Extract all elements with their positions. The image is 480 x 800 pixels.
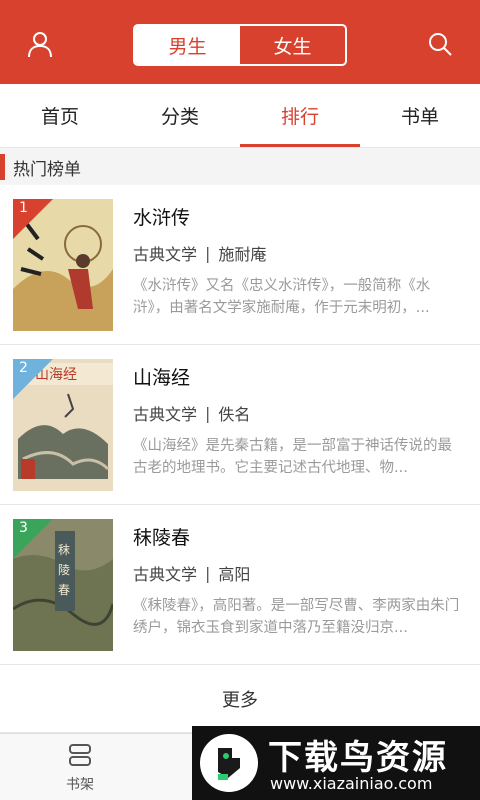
book-description: 《山海经》是先秦古籍，是一部富于神话传说的最古老的地理书。它主要记述古代地理、物… [133,438,452,476]
bookshelf-icon [69,744,91,766]
book-cover[interactable]: 秣 陵 春 3 [13,519,113,651]
book-item[interactable]: 1 水浒传 古典文学 | 施耐庵 《水浒传》又名《忠义水浒传》，一般简称《水浒》… [0,185,480,345]
more-button[interactable]: 更多 [0,665,480,733]
svg-text:春: 春 [58,583,70,597]
top-bar: 男生 女生 [0,0,480,84]
male-tab[interactable]: 男生 [135,26,240,64]
book-category: 古典文学 [133,565,198,584]
book-description: 《水浒传》又名《忠义水浒传》，一般简称《水浒》，由著名文学家施耐庵，作于元末明初… [133,278,431,316]
section-title: 热门榜单 [13,159,81,180]
svg-text:秣: 秣 [58,543,70,557]
book-cover[interactable]: 1 [13,199,113,331]
book-author: 佚名 [218,405,251,424]
svg-text:陵: 陵 [58,563,70,577]
book-author: 高阳 [218,565,251,584]
meta-separator: | [205,243,211,263]
female-tab[interactable]: 女生 [240,26,345,64]
book-author: 施耐庵 [218,245,267,264]
section-header: 热门榜单 [0,149,480,185]
book-category: 古典文学 [133,405,198,424]
nav-bookshelf-label: 书架 [66,777,94,793]
rank-number: 3 [19,520,28,536]
section-accent-bar [0,154,5,180]
rank-number: 2 [19,360,28,376]
book-meta: 古典文学 | 施耐庵 [133,241,266,265]
watermark-logo-icon [200,734,258,792]
tab-home[interactable]: 首页 [0,84,120,147]
tab-booklist[interactable]: 书单 [360,84,480,147]
book-description: 《秣陵春》，高阳著。是一部写尽曹、李两家由朱门绣户，锦衣玉食到家道中落乃至籍没归… [133,598,460,636]
gender-toggle: 男生 女生 [133,24,347,66]
user-icon[interactable] [24,28,56,60]
watermark-title: 下载鸟资源 [268,738,448,778]
book-meta: 古典文学 | 高阳 [133,561,250,585]
book-list: 1 水浒传 古典文学 | 施耐庵 《水浒传》又名《忠义水浒传》，一般简称《水浒》… [0,185,480,665]
nav-bookshelf[interactable]: 书架 [40,742,120,794]
meta-separator: | [205,403,211,423]
watermark-url: www.xiazainiao.com [270,774,433,793]
book-meta: 古典文学 | 佚名 [133,401,250,425]
rank-number: 1 [19,200,28,216]
meta-separator: | [205,563,211,583]
book-item[interactable]: 秣 陵 春 3 秣陵春 古典文学 | 高阳 《秣陵春》，高阳著。是一部写尽曹、李… [0,505,480,665]
book-item[interactable]: 山海经 2 山海经 古典文学 | 佚名 《山海经》是先秦古籍，是一部富于神话传说… [0,345,480,505]
book-title[interactable]: 水浒传 [133,203,190,230]
book-title[interactable]: 秣陵春 [133,523,190,550]
book-title[interactable]: 山海经 [133,363,190,390]
tab-ranking[interactable]: 排行 [240,84,360,147]
book-category: 古典文学 [133,245,198,264]
book-cover[interactable]: 山海经 2 [13,359,113,491]
category-tabs: 首页 分类 排行 书单 [0,84,480,148]
tab-category[interactable]: 分类 [120,84,240,147]
watermark-banner: 下载鸟资源 www.xiazainiao.com [192,726,480,800]
search-icon[interactable] [424,28,456,60]
